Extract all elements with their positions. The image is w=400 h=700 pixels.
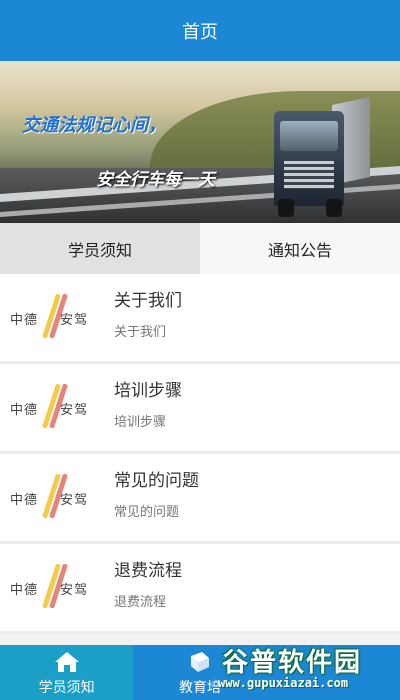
- banner-slogan-line1: 交通法规记心间，: [22, 115, 166, 136]
- nav-label: 教育培: [178, 680, 221, 696]
- tab-student-notice[interactable]: 学员须知: [0, 223, 200, 274]
- list-item-text: 常见的问题 常见的问题: [114, 466, 199, 520]
- logo-text-right: 安驾: [60, 403, 89, 418]
- list-item-subtitle: 培训步骤: [114, 415, 167, 430]
- banner-slogan-line2: 安全行车每一天: [96, 170, 215, 190]
- school-logo-image: 中德 安驾: [6, 279, 102, 359]
- logo-text-left: 中德: [10, 583, 39, 598]
- list-item-subtitle: 常见的问题: [114, 505, 180, 520]
- watermark-url: www.gupuxiazai.com: [218, 676, 349, 690]
- banner[interactable]: 交通法规记心间， 安全行车每一天: [0, 61, 400, 223]
- list-item-title: 常见的问题: [114, 471, 199, 491]
- page-title: 首页: [182, 21, 218, 43]
- app-header: 首页: [0, 0, 400, 61]
- home-icon: [54, 652, 79, 672]
- list-item-title: 关于我们: [114, 291, 182, 311]
- tab-announcements[interactable]: 通知公告: [200, 223, 400, 274]
- list-item-refund-process[interactable]: 中德 安驾 退费流程 退费流程: [0, 544, 400, 634]
- list-item-subtitle: 退费流程: [114, 595, 167, 610]
- list-item-title: 培训步骤: [114, 381, 182, 401]
- logo-text-left: 中德: [10, 313, 39, 328]
- logo-text-right: 安驾: [60, 493, 89, 508]
- list-item-faq[interactable]: 中德 安驾 常见的问题 常见的问题: [0, 454, 400, 544]
- list-item-training-steps[interactable]: 中德 安驾 培训步骤 培训步骤: [0, 364, 400, 454]
- school-logo-image: 中德 安驾: [6, 369, 102, 449]
- site-watermark: 谷普软件园 www.gupuxiazai.com: [216, 642, 396, 698]
- logo-text-left: 中德: [10, 403, 39, 418]
- app-root: 首页 交通法规记心间， 安全行车每一天 学员须知 通知公告 中德 安驾 关于我们…: [0, 0, 400, 700]
- book-icon: [190, 652, 209, 672]
- list-item-text: 培训步骤 培训步骤: [114, 376, 182, 430]
- truck-wheel: [326, 199, 342, 217]
- list-item-title: 退费流程: [114, 561, 182, 581]
- school-logo-image: 中德 安驾: [6, 459, 102, 539]
- nav-student-notice[interactable]: 学员须知: [0, 645, 134, 700]
- truck-windshield: [280, 121, 338, 151]
- logo-text-right: 安驾: [60, 583, 89, 598]
- truck-wheel: [278, 199, 294, 217]
- tab-bar: 学员须知 通知公告: [0, 223, 400, 274]
- list-item-text: 退费流程 退费流程: [114, 556, 182, 610]
- nav-label: 学员须知: [38, 680, 95, 696]
- list-item-subtitle: 关于我们: [114, 325, 167, 340]
- watermark-name: 谷普软件园: [222, 648, 363, 678]
- school-logo-image: 中德 安驾: [6, 549, 102, 629]
- truck-grill: [284, 161, 334, 189]
- list-item-about-us[interactable]: 中德 安驾 关于我们 关于我们: [0, 274, 400, 364]
- notice-list: 中德 安驾 关于我们 关于我们 中德 安驾 培训步骤 培训步骤 中德 安驾 常见…: [0, 274, 400, 634]
- logo-text-left: 中德: [10, 493, 39, 508]
- truck-image: [272, 91, 372, 219]
- list-item-text: 关于我们 关于我们: [114, 286, 182, 340]
- logo-text-right: 安驾: [60, 313, 89, 328]
